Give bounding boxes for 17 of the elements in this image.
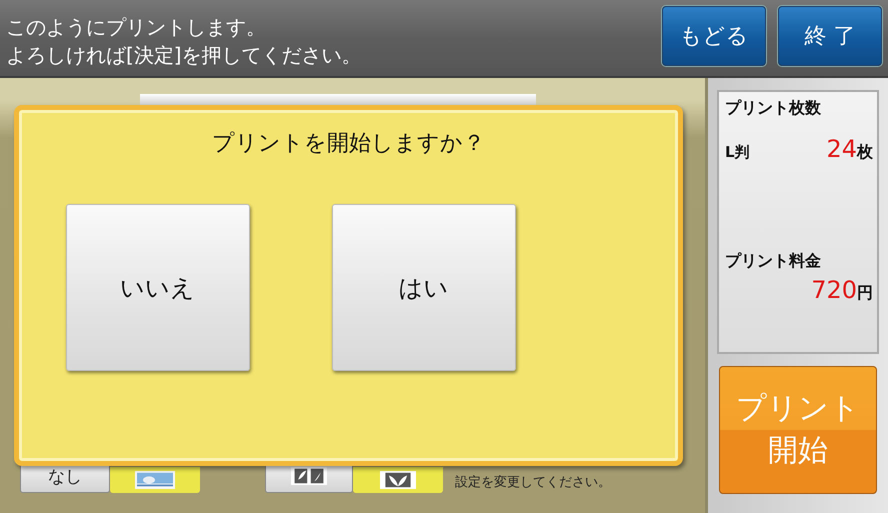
count-title: プリント枚数 [725,98,822,119]
layout-option[interactable] [353,467,443,493]
price-title: プリント料金 [725,251,822,272]
print-count: 24枚 [826,135,873,163]
size-label: L判 [725,143,750,162]
header-message: よろしければ[決定]を押してください。 [6,42,362,69]
instruction-text: 設定を変更してください。 [455,474,611,491]
back-button[interactable]: もどる [662,6,766,66]
print-price: 720円 [811,276,873,304]
exit-button[interactable]: 終 了 [778,6,882,66]
header-message: このようにプリントします。 [6,14,267,41]
leaf-icon [289,467,329,485]
picture-option[interactable] [110,467,200,493]
dialog-question: プリントを開始しますか？ [212,130,485,158]
yes-button[interactable]: はい [332,204,516,371]
leaf-icon [378,471,418,489]
no-button[interactable]: いいえ [66,204,250,371]
